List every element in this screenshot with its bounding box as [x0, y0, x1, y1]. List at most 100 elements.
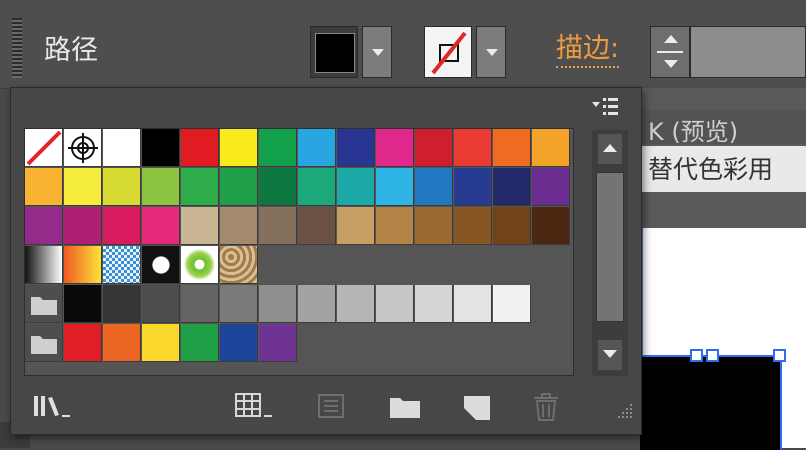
color-swatch[interactable] [64, 324, 102, 362]
document-tab-label[interactable]: K (预览) [648, 112, 738, 147]
registration-swatch[interactable] [64, 129, 102, 167]
color-swatch[interactable] [64, 285, 102, 323]
color-swatch[interactable] [454, 285, 492, 323]
color-swatch[interactable] [415, 285, 453, 323]
none-swatch[interactable] [25, 129, 63, 167]
pattern-dots-black-swatch[interactable] [142, 246, 180, 284]
color-swatch[interactable] [493, 207, 531, 245]
fill-dropdown-button[interactable] [362, 26, 392, 78]
color-swatch[interactable] [220, 129, 258, 167]
color-swatch[interactable] [337, 129, 375, 167]
color-swatch[interactable] [376, 129, 414, 167]
color-swatch[interactable] [454, 207, 492, 245]
stroke-color-swatch[interactable] [424, 26, 472, 78]
scroll-down-icon[interactable] [598, 340, 622, 370]
color-swatch[interactable] [25, 207, 63, 245]
control-bar-grip[interactable] [12, 18, 22, 78]
stroke-weight-field[interactable] [690, 26, 806, 78]
color-swatch[interactable] [103, 129, 141, 167]
color-swatch[interactable] [64, 168, 102, 206]
scroll-up-icon[interactable] [598, 134, 622, 164]
color-swatch[interactable] [532, 168, 570, 206]
selection-handle[interactable] [690, 349, 703, 362]
color-swatch[interactable] [298, 207, 336, 245]
color-swatch[interactable] [181, 207, 219, 245]
color-swatch[interactable] [337, 285, 375, 323]
color-swatch[interactable] [415, 129, 453, 167]
color-swatch[interactable] [103, 168, 141, 206]
color-swatch[interactable] [298, 168, 336, 206]
color-swatch[interactable] [259, 324, 297, 362]
color-swatch[interactable] [493, 285, 531, 323]
stepper-down-icon[interactable] [664, 60, 678, 68]
gradient-orange-yellow-swatch[interactable] [64, 246, 102, 284]
color-swatch[interactable] [532, 129, 570, 167]
color-swatch[interactable] [103, 207, 141, 245]
panel-menu-icon[interactable] [590, 95, 620, 119]
stroke-label-link[interactable]: 描边: [556, 32, 620, 68]
stroke-dropdown-button[interactable] [476, 26, 506, 78]
object-type-label: 路径 [44, 35, 98, 66]
color-swatch[interactable] [259, 285, 297, 323]
color-swatch[interactable] [103, 285, 141, 323]
color-swatch[interactable] [142, 207, 180, 245]
swatch-options-icon[interactable] [316, 390, 350, 424]
color-swatch[interactable] [142, 324, 180, 362]
color-swatch[interactable] [181, 324, 219, 362]
color-swatch[interactable] [376, 207, 414, 245]
fill-color-swatch[interactable] [310, 26, 358, 78]
color-swatch[interactable] [259, 207, 297, 245]
color-swatch[interactable] [415, 168, 453, 206]
color-swatch[interactable] [298, 129, 336, 167]
swatch-grid [24, 128, 574, 376]
color-swatch[interactable] [220, 207, 258, 245]
color-swatch[interactable] [337, 207, 375, 245]
pattern-green-foliage-swatch[interactable] [181, 246, 219, 284]
color-swatch[interactable] [142, 129, 180, 167]
gradient-black-white-swatch[interactable] [25, 246, 63, 284]
recolor-artwork-label: 替代色彩用 [648, 155, 774, 184]
color-swatch[interactable] [64, 207, 102, 245]
color-swatch[interactable] [181, 129, 219, 167]
color-swatch[interactable] [181, 168, 219, 206]
color-swatch[interactable] [103, 324, 141, 362]
selection-handle[interactable] [773, 349, 786, 362]
pattern-brown-texture-swatch[interactable] [220, 246, 258, 284]
stepper-divider [657, 51, 683, 53]
color-swatch[interactable] [25, 168, 63, 206]
none-slash-icon [26, 130, 62, 166]
pattern-blue-checker-swatch[interactable] [103, 246, 141, 284]
color-swatch[interactable] [376, 168, 414, 206]
color-group-folder-icon[interactable] [25, 324, 63, 362]
scroll-thumb[interactable] [596, 172, 624, 322]
color-swatch[interactable] [415, 207, 453, 245]
color-swatch[interactable] [142, 285, 180, 323]
swatch-library-menu-icon[interactable] [32, 390, 84, 424]
none-slash-icon [431, 31, 467, 75]
new-color-group-icon[interactable] [388, 390, 424, 424]
show-swatch-kinds-icon[interactable] [234, 390, 282, 424]
color-swatch[interactable] [493, 129, 531, 167]
color-swatch[interactable] [142, 168, 180, 206]
new-swatch-icon[interactable] [462, 390, 496, 424]
delete-swatch-icon[interactable] [530, 390, 564, 424]
stepper-up-icon[interactable] [664, 35, 678, 43]
color-swatch[interactable] [298, 285, 336, 323]
color-swatch[interactable] [259, 168, 297, 206]
color-swatch[interactable] [493, 168, 531, 206]
color-swatch[interactable] [220, 324, 258, 362]
color-swatch[interactable] [454, 168, 492, 206]
color-swatch[interactable] [337, 168, 375, 206]
selected-black-rectangle[interactable] [640, 355, 782, 450]
color-swatch[interactable] [454, 129, 492, 167]
stroke-weight-stepper[interactable] [650, 26, 690, 78]
resize-grip-icon[interactable] [612, 400, 636, 434]
color-swatch[interactable] [259, 129, 297, 167]
color-group-folder-icon[interactable] [25, 285, 63, 323]
color-swatch[interactable] [220, 168, 258, 206]
color-swatch[interactable] [181, 285, 219, 323]
color-swatch[interactable] [220, 285, 258, 323]
color-swatch[interactable] [376, 285, 414, 323]
selection-handle[interactable] [706, 349, 719, 362]
color-swatch[interactable] [532, 207, 570, 245]
